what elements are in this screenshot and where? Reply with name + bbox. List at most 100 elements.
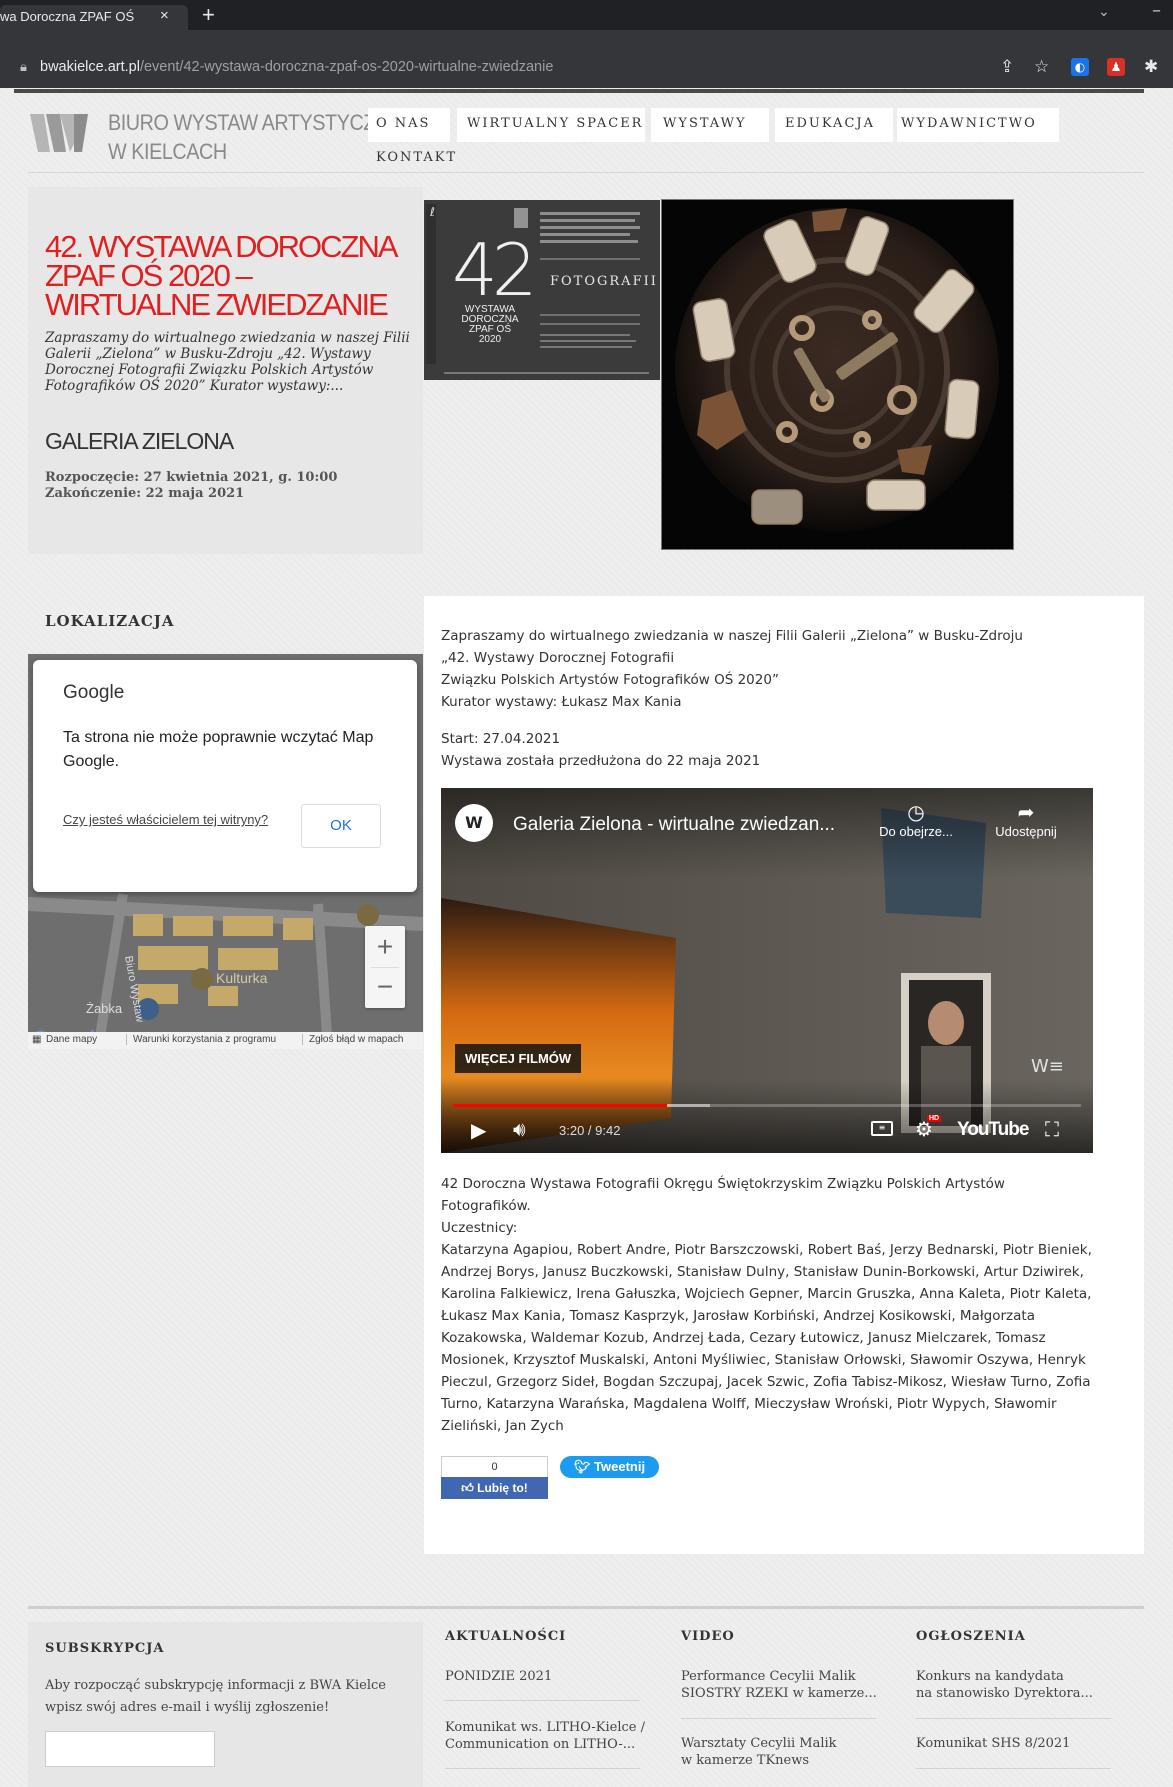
nav-kontakt[interactable]: KONTAKT xyxy=(368,142,463,172)
new-tab-button[interactable]: + xyxy=(202,2,215,28)
ad-item-line: na stanowisko Dyrektora... xyxy=(916,1686,1093,1701)
subtitles-icon[interactable]: ≡ xyxy=(871,1121,893,1136)
photo-graphic xyxy=(662,200,1013,549)
video-title[interactable]: Galeria Zielona - wirtualne zwiedzan... xyxy=(513,814,835,836)
hd-badge: HD xyxy=(927,1115,942,1122)
watch-later-button[interactable]: ◷ Do obejrze... xyxy=(871,802,961,839)
map-poi-kulturka[interactable]: Kulturka xyxy=(216,970,267,986)
nav-wirtualny-spacer[interactable]: WIRTUALNY SPACER xyxy=(457,108,645,142)
puzzle-icon[interactable]: ✱ xyxy=(1144,57,1158,77)
ad-item-line: Komunikat SHS 8/2021 xyxy=(916,1736,1071,1751)
channel-avatar[interactable]: W xyxy=(455,804,493,842)
tab-close-icon[interactable]: × xyxy=(160,7,169,24)
subscription-email-input[interactable] xyxy=(45,1731,215,1767)
nav-edukacja[interactable]: EDUKACJA xyxy=(775,108,893,142)
event-description: Zapraszamy do wirtualnego zwiedzania w n… xyxy=(45,330,410,394)
summary-line: 42 Doroczna Wystawa Fotografii Okręgu Św… xyxy=(441,1176,1005,1192)
video-item[interactable]: Warsztaty Cecylii Malik w kamerze TKnews xyxy=(681,1735,837,1769)
intro-line: Kurator wystawy: Łukasz Max Kania xyxy=(441,694,682,710)
news-item[interactable]: PONIDZIE 2021 xyxy=(445,1668,552,1685)
progress-track[interactable] xyxy=(453,1104,1081,1107)
participants-line: Pieczul, Grzegorz Sideł, Bogdan Szczupaj… xyxy=(441,1374,1091,1390)
ad-item[interactable]: Konkurs na kandydata na stanowisko Dyrek… xyxy=(916,1668,1093,1702)
intro-line: Związku Polskich Artystów Fotografików O… xyxy=(441,672,779,688)
facebook-like-button[interactable]: 👍︎ Lubię to! xyxy=(441,1477,548,1499)
map-terms-link[interactable]: Warunki korzystania z programu xyxy=(126,1034,276,1045)
browser-tab[interactable]: wa Doroczna ZPAF OŚ × xyxy=(0,5,188,30)
thumbs-up-icon: 👍︎ xyxy=(461,1481,474,1495)
share-arrow-icon: ➦ xyxy=(1017,802,1035,824)
play-icon[interactable]: ▶ xyxy=(471,1118,486,1142)
dates-paragraph: Start: 27.04.2021 Wystawa została przedł… xyxy=(441,728,760,772)
news-separator xyxy=(445,1768,640,1769)
more-videos-button[interactable]: WIĘCEJ FILMÓW xyxy=(455,1044,582,1073)
url-host: bwakielce.art.pl xyxy=(40,59,140,75)
video-frame xyxy=(441,788,1093,1153)
news-separator xyxy=(445,1700,640,1701)
ads-heading: OGŁOSZENIA xyxy=(916,1629,1026,1644)
footer-divider xyxy=(28,1606,1144,1609)
event-title[interactable]: 42. WYSTAWA DOROCZNA ZPAF OŚ 2020 – WIRT… xyxy=(45,231,405,320)
poster-label: WYSTAWA DOROCZNA ZPAF OŚ 2020 xyxy=(454,305,526,345)
map-report-link[interactable]: Zgłoś błąd w mapach xyxy=(302,1034,404,1045)
video-time: 3:20 / 9:42 xyxy=(559,1123,621,1138)
header-divider xyxy=(28,172,1144,173)
news-item-line: Komunikat ws. LITHO-Kielce / xyxy=(445,1720,645,1735)
summary-paragraph: 42 Doroczna Wystawa Fotografii Okręgu Św… xyxy=(441,1173,1005,1239)
map-poi-zabka[interactable]: Żabka xyxy=(86,1001,122,1016)
video-item-line: w kamerze TKnews xyxy=(681,1753,810,1768)
subscription-text: Aby rozpocząć subskrypcję informacji z B… xyxy=(45,1675,386,1719)
nav-label: O NAS xyxy=(376,116,431,131)
poster-word: FOTOGRAFII xyxy=(550,274,658,289)
zoom-in-button[interactable]: + xyxy=(365,926,405,967)
youtube-logo[interactable]: YouTube xyxy=(957,1119,1029,1141)
pdf-extension-icon[interactable]: ♟ xyxy=(1107,58,1125,76)
nav-wystawy[interactable]: WYSTAWY xyxy=(651,108,769,142)
ad-item[interactable]: Komunikat SHS 8/2021 xyxy=(916,1735,1070,1752)
tweet-button[interactable]: 🐦︎ Tweetnij xyxy=(560,1456,659,1478)
dialog-brand: Google xyxy=(63,682,125,703)
extended-line: Wystawa została przedłużona do 22 maja 2… xyxy=(441,753,761,769)
video-item-line: Performance Cecylii Malik xyxy=(681,1669,856,1684)
share-button[interactable]: ➦ Udostępnij xyxy=(976,802,1076,839)
event-gallery: GALERIA ZIELONA xyxy=(45,428,234,454)
bwa-logo-icon[interactable] xyxy=(30,108,90,158)
fullscreen-icon[interactable]: ⛶ xyxy=(1045,1117,1059,1141)
participants-line: Kozakowska, Waldemar Kozub, Andrzej Łada… xyxy=(441,1330,1046,1346)
logo-line-2[interactable]: W KIELCACH xyxy=(108,139,227,165)
tab-search-icon[interactable]: ⌄ xyxy=(1098,4,1110,20)
minimize-icon[interactable]: – xyxy=(1152,0,1161,21)
dialog-message: Ta strona nie może poprawnie wczytać Map… xyxy=(63,729,374,770)
map-zoom-controls: + − xyxy=(365,926,405,1008)
exhibition-poster[interactable]: ℓ 42 WYSTAWA DOROCZNA ZPAF OŚ 2020 FOTOG… xyxy=(424,200,660,380)
share-label: Udostępnij xyxy=(995,824,1057,839)
participants-line: Mosionek, Krzysztof Muskalski, Antoni My… xyxy=(441,1352,1086,1368)
video-heading: VIDEO xyxy=(681,1629,735,1644)
url-text[interactable]: bwakielce.art.pl/event/42-wystawa-dorocz… xyxy=(40,59,553,75)
lock-icon[interactable]: 🔒︎ xyxy=(20,60,27,75)
nav-wydawnictwo[interactable]: WYDAWNICTWO xyxy=(897,108,1059,142)
nav-label: WIRTUALNY SPACER xyxy=(467,116,644,131)
share-icon[interactable]: ⇪ xyxy=(1000,57,1014,77)
map-keyboard-icon[interactable]: ▦ xyxy=(32,1034,41,1045)
like-count: 0 xyxy=(441,1456,548,1477)
participants-line: Zieliński, Jan Zych xyxy=(441,1418,564,1434)
news-item[interactable]: Komunikat ws. LITHO-Kielce / Communicati… xyxy=(445,1719,645,1753)
ads-separator xyxy=(916,1768,1111,1769)
exhibition-photo[interactable] xyxy=(661,199,1014,550)
youtube-video-player[interactable]: W Galeria Zielona - wirtualne zwiedzan..… xyxy=(441,788,1093,1153)
subscription-heading: SUBSKRYPCJA xyxy=(45,1641,165,1656)
dialog-ok-button[interactable]: OK xyxy=(301,804,381,848)
map-data-link[interactable]: Dane mapy xyxy=(46,1034,97,1045)
dialog-owner-link[interactable]: Czy jesteś właścicielem tej witryny? xyxy=(63,812,268,827)
nav-o-nas[interactable]: O NAS xyxy=(368,108,450,142)
extension-icon[interactable]: ◐ xyxy=(1071,58,1089,76)
tweet-label: Tweetnij xyxy=(594,1459,646,1474)
video-item[interactable]: Performance Cecylii Malik SIOSTRY RZEKI … xyxy=(681,1668,877,1702)
participants-line: Andrzej Borys, Janusz Buczkowski, Stanis… xyxy=(441,1264,1084,1280)
channel-watermark-icon[interactable]: W≡ xyxy=(1031,1056,1064,1077)
news-item-line: PONIDZIE 2021 xyxy=(445,1669,553,1684)
bookmark-star-icon[interactable]: ☆ xyxy=(1034,57,1049,77)
volume-icon[interactable]: 🔊︎ xyxy=(513,1117,526,1141)
zoom-out-button[interactable]: − xyxy=(365,968,405,1008)
